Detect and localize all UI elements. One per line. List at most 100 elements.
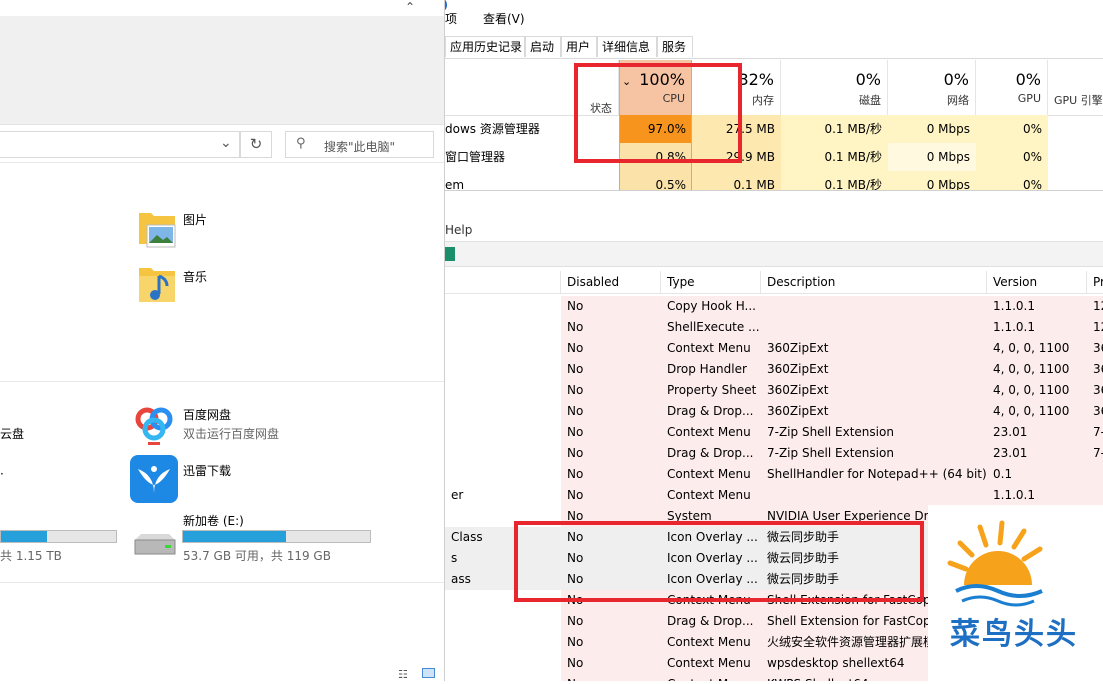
entry-disabled: No [561,611,661,632]
entries-table-header: Disabled Type Description Version Pr [445,271,1103,294]
refresh-button[interactable]: ↻ [240,131,272,158]
entry-description [761,317,987,338]
ribbon-collapse-icon[interactable]: ⌃ [405,0,415,14]
item-fragment: · [0,467,4,481]
divider [0,162,444,163]
watermark-logo: 菜鸟头头 [928,505,1103,681]
process-table-header: 状态 ⌄ 100% CPU 32% 内存 0% 磁盘 0% 网络 0% GPU G… [445,60,1103,116]
process-memory: 0.1 MB [692,171,781,190]
entry-name-fragment [445,653,561,674]
drive-e-usage-fill [183,531,286,542]
folder-music-label[interactable]: 音乐 [183,268,207,285]
cloud-drive-label-fragment: 云盘 [0,427,25,441]
entry-description [761,296,987,317]
table-row[interactable]: NoProperty Sheet360ZipExt4, 0, 0, 110036 [445,380,1103,401]
entry-type: ShellExecute ... [661,317,761,338]
entry-disabled: No [561,317,661,338]
entry-type: Drag & Drop... [661,611,761,632]
menu-item-help[interactable]: Help [445,223,472,237]
menu-item-view[interactable]: 查看(V) [483,10,525,27]
entry-disabled: No [561,380,661,401]
pictures-folder-icon[interactable] [137,209,177,248]
process-row[interactable]: em 0.5% 0.1 MB 0.1 MB/秒 0 Mbps 0% [445,171,1103,190]
entry-product [1087,464,1103,485]
table-row[interactable]: er No Context Menu 1.1.0.1 [445,485,1103,506]
baidu-netdisk-icon[interactable] [130,399,178,447]
entry-disabled: No [561,296,661,317]
entry-description: 360ZipExt [761,338,987,359]
process-disk: 0.1 MB/秒 [781,143,888,171]
table-row[interactable]: No Context Menu ShellHandler for Notepad++… [445,464,1103,485]
divider [0,582,444,583]
column-type[interactable]: Type [661,271,761,293]
entry-type: Property Sheet [661,380,761,401]
table-row[interactable]: NoCopy Hook H... 1.1.0.112 [445,296,1103,317]
process-row[interactable]: dows 资源管理器 97.0% 27.5 MB 0.1 MB/秒 0 Mbps… [445,115,1103,143]
details-view-icon[interactable]: ☷ [398,668,408,681]
entry-name-fragment [445,359,561,380]
table-row[interactable]: NoContext Menu360ZipExt4, 0, 0, 110036 [445,338,1103,359]
task-manager-window: ? 项 查看(V) 应用历史记录 启动 用户 详细信息 服务 状态 ⌄100% … [445,0,1103,190]
entry-version: 4, 0, 0, 1100 [987,338,1087,359]
entry-description: 360ZipExt [761,359,987,380]
process-disk: 0.1 MB/秒 [781,115,888,143]
app-xunlei-title[interactable]: 迅雷下载 [183,462,231,479]
file-explorer-window: ⌃ ⌄ ↻ ⚲ 搜索"此电脑" 图片 音乐 云盘 · 百度网盘 双击运行百度网盘… [0,0,445,681]
entry-disabled: No [561,632,661,653]
entry-name-fragment [445,611,561,632]
process-network: 0 Mbps [888,115,976,143]
app-baidu-subtitle: 双击运行百度网盘 [183,427,280,441]
toolbar-icon[interactable] [445,247,455,261]
search-input[interactable]: ⚲ 搜索"此电脑" [285,131,434,158]
table-row[interactable]: NoDrag & Drop...360ZipExt4, 0, 0, 110036 [445,401,1103,422]
table-row[interactable]: No Drag & Drop... 7-Zip Shell Extension 23.… [445,443,1103,464]
xunlei-download-icon[interactable] [130,455,178,503]
tab-services[interactable]: 服务 [657,36,693,57]
entry-name-fragment [445,464,561,485]
large-icons-view-icon[interactable] [422,668,435,678]
column-version[interactable]: Version [987,271,1087,293]
drive-usage-bar-left [0,530,117,543]
entry-type: Context Menu [661,485,761,506]
entry-version: 4, 0, 0, 1100 [987,380,1087,401]
entry-name-fragment [445,443,561,464]
tab-startup[interactable]: 启动 [525,36,561,57]
sun-logo-icon [947,520,1043,607]
process-disk: 0.1 MB/秒 [781,171,888,190]
folder-pictures-label[interactable]: 图片 [183,211,207,228]
divider [0,381,444,382]
menu-item-options[interactable]: 项 [445,10,457,27]
entry-disabled: No [561,359,661,380]
tab-app-history[interactable]: 应用历史记录 [445,36,525,57]
entry-name-fragment [445,401,561,422]
search-icon: ⚲ [296,136,306,151]
entry-version: 23.01 [987,443,1087,464]
process-row[interactable]: 窗口管理器 0.8% 29.9 MB 0.1 MB/秒 0 Mbps 0% [445,143,1103,171]
process-gpu: 0% [976,171,1048,190]
entry-type: Drag & Drop... [661,443,761,464]
column-product[interactable]: Pr [1087,271,1103,293]
tab-users[interactable]: 用户 [561,36,597,57]
hard-drive-icon[interactable] [131,532,177,558]
column-description[interactable]: Description [761,271,987,293]
column-disk[interactable]: 0% 磁盘 [781,60,888,115]
table-row[interactable]: NoShellExecute ... 1.1.0.112 [445,317,1103,338]
column-gpu-engine[interactable]: GPU 引擎 [1048,60,1103,115]
chevron-down-icon[interactable]: ⌄ [220,135,232,151]
process-gpu: 0% [976,143,1048,171]
drive-e-label[interactable]: 新加卷 (E:) [183,512,244,529]
app-baidu-title[interactable]: 百度网盘 [183,406,231,423]
process-network: 0 Mbps [888,171,976,190]
address-bar[interactable]: ⌄ [0,131,240,158]
table-row[interactable]: No Context Menu 7-Zip Shell Extension 23.01… [445,422,1103,443]
column-entry[interactable] [445,271,561,293]
entry-version: 0.1 [987,464,1087,485]
column-disabled[interactable]: Disabled [561,271,661,293]
tab-details[interactable]: 详细信息 [597,36,657,57]
table-row[interactable]: NoDrop Handler360ZipExt4, 0, 0, 110036 [445,359,1103,380]
column-network[interactable]: 0% 网络 [888,60,976,115]
column-gpu[interactable]: 0% GPU [976,60,1048,115]
music-folder-icon[interactable] [137,264,177,302]
entry-description: 7-Zip Shell Extension [761,422,987,443]
entry-product: 36 [1087,380,1103,401]
